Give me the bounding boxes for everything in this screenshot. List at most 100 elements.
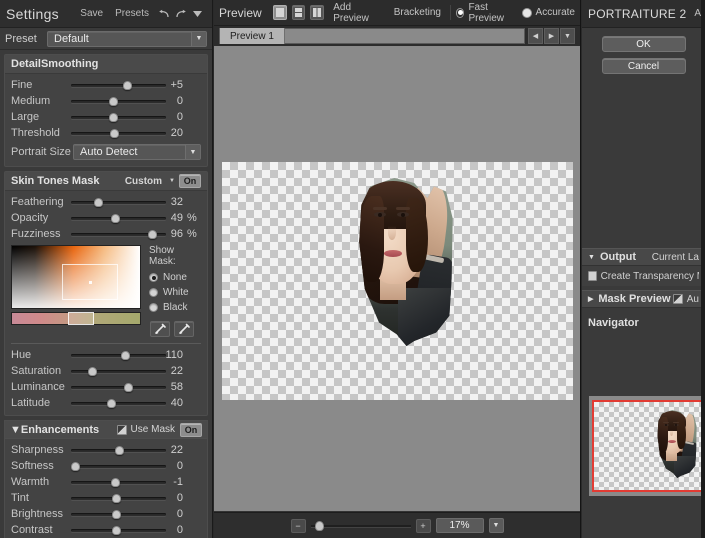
chevron-left-icon[interactable]: ◀ xyxy=(528,28,543,44)
slider-warmth[interactable]: Warmth -1 xyxy=(5,474,207,490)
slider-track[interactable] xyxy=(71,194,166,210)
slider-fuzziness[interactable]: Fuzziness 96 % xyxy=(5,226,207,242)
mask-preview-section-header[interactable]: ▶ Mask Preview Au xyxy=(582,290,705,308)
slider-thumb[interactable] xyxy=(124,383,133,392)
settings-menu-icon[interactable] xyxy=(189,6,206,22)
chevron-down-icon[interactable]: ▼ xyxy=(169,178,175,184)
view-horizontal-split-icon[interactable] xyxy=(292,5,306,20)
skin-mask-preset-select[interactable]: Custom ▼ xyxy=(125,176,175,187)
radio-icon[interactable] xyxy=(149,288,158,297)
triangle-down-icon[interactable]: ▼ xyxy=(588,254,595,261)
radio-icon[interactable] xyxy=(149,273,158,282)
add-preview-button[interactable]: Add Preview xyxy=(329,2,384,24)
eyedropper-subtract-icon[interactable] xyxy=(174,321,194,337)
hue-strip[interactable] xyxy=(11,312,141,325)
zoom-out-icon[interactable]: − xyxy=(291,519,306,533)
slider-track[interactable] xyxy=(71,490,166,506)
slider-threshold[interactable]: Threshold 20 xyxy=(5,125,207,141)
triangle-right-icon[interactable]: ▶ xyxy=(588,295,593,303)
slider-contrast[interactable]: Contrast 0 xyxy=(5,522,207,538)
slider-thumb[interactable] xyxy=(112,510,121,519)
preview-canvas[interactable] xyxy=(214,46,580,511)
zoom-slider[interactable] xyxy=(311,519,411,533)
slider-track[interactable] xyxy=(71,395,166,411)
slider-tint[interactable]: Tint 0 xyxy=(5,490,207,506)
slider-fine[interactable]: Fine +5 xyxy=(5,77,207,93)
slider-track[interactable] xyxy=(71,458,166,474)
color-selection-rect[interactable] xyxy=(62,264,118,300)
slider-thumb[interactable] xyxy=(112,526,121,535)
slider-thumb[interactable] xyxy=(115,446,124,455)
slider-track[interactable] xyxy=(71,522,166,538)
output-mode-value[interactable]: Current La xyxy=(652,252,699,263)
slider-thumb[interactable] xyxy=(71,462,80,471)
slider-thumb[interactable] xyxy=(121,351,130,360)
slider-thumb[interactable] xyxy=(110,129,119,138)
create-transparency-mask-row[interactable]: Create Transparency Mask xyxy=(582,266,705,286)
output-section-header[interactable]: ▼ Output Current La xyxy=(582,248,705,266)
hue-range-marker[interactable] xyxy=(68,312,94,325)
create-transparency-mask-checkbox[interactable] xyxy=(588,271,597,281)
view-vertical-split-icon[interactable] xyxy=(310,5,324,20)
slider-opacity[interactable]: Opacity 49 % xyxy=(5,210,207,226)
triangle-down-icon[interactable]: ▼ xyxy=(10,424,21,436)
use-mask-checkbox[interactable] xyxy=(117,425,127,435)
slider-track[interactable] xyxy=(71,109,166,125)
slider-thumb[interactable] xyxy=(88,367,97,376)
redo-icon[interactable] xyxy=(172,6,189,22)
slider-thumb[interactable] xyxy=(107,399,116,408)
color-gradient-field[interactable] xyxy=(11,245,141,309)
portrait-size-select[interactable]: Auto Detect ▼ xyxy=(73,144,201,160)
zoom-in-icon[interactable]: + xyxy=(416,519,431,533)
navigator-panel[interactable] xyxy=(589,396,705,496)
presets-button[interactable]: Presets xyxy=(109,6,155,21)
bracketing-button[interactable]: Bracketing xyxy=(390,7,445,18)
slider-thumb[interactable] xyxy=(94,198,103,207)
tab-preview-1[interactable]: Preview 1 xyxy=(220,28,285,44)
slider-track[interactable] xyxy=(71,93,166,109)
slider-track[interactable] xyxy=(71,379,166,395)
mask-preview-auto-checkbox[interactable] xyxy=(673,294,683,304)
slider-track[interactable] xyxy=(71,442,166,458)
slider-medium[interactable]: Medium 0 xyxy=(5,93,207,109)
undo-icon[interactable] xyxy=(155,6,172,22)
zoom-level-value[interactable]: 17% xyxy=(436,518,484,533)
eyedropper-add-icon[interactable] xyxy=(150,321,170,337)
slider-thumb[interactable] xyxy=(148,230,157,239)
ok-button[interactable]: OK xyxy=(602,36,686,52)
slider-latitude[interactable]: Latitude 40 xyxy=(5,395,207,411)
slider-thumb[interactable] xyxy=(112,494,121,503)
radio-icon[interactable] xyxy=(522,8,532,18)
slider-luminance[interactable]: Luminance 58 xyxy=(5,379,207,395)
chevron-down-icon[interactable]: ▼ xyxy=(185,145,200,159)
slider-thumb[interactable] xyxy=(109,113,118,122)
radio-show-mask-black[interactable]: Black xyxy=(149,300,201,315)
slider-hue[interactable]: Hue 110 xyxy=(5,347,207,363)
enhancements-header[interactable]: ▼ Enhancements Use Mask On xyxy=(4,420,208,439)
radio-icon[interactable] xyxy=(456,8,465,18)
chevron-right-icon[interactable]: ▶ xyxy=(544,28,559,44)
slider-sharpness[interactable]: Sharpness 22 xyxy=(5,442,207,458)
slider-track[interactable] xyxy=(71,474,166,490)
slider-track[interactable] xyxy=(71,210,166,226)
slider-track[interactable] xyxy=(71,226,166,242)
slider-track[interactable] xyxy=(71,363,166,379)
slider-saturation[interactable]: Saturation 22 xyxy=(5,363,207,379)
zoom-chevron-down-icon[interactable]: ▼ xyxy=(489,518,504,533)
slider-large[interactable]: Large 0 xyxy=(5,109,207,125)
enhancements-toggle[interactable]: On xyxy=(180,423,202,437)
detail-smoothing-header[interactable]: DetailSmoothing xyxy=(5,55,207,74)
slider-thumb[interactable] xyxy=(109,97,118,106)
preview-image[interactable] xyxy=(346,178,456,346)
preset-select[interactable]: Default ▼ xyxy=(47,31,207,47)
chevron-down-icon[interactable]: ▼ xyxy=(191,32,206,46)
cancel-button[interactable]: Cancel xyxy=(602,58,686,74)
navigator-thumbnail[interactable] xyxy=(592,400,705,492)
save-button[interactable]: Save xyxy=(74,6,109,21)
slider-brightness[interactable]: Brightness 0 xyxy=(5,506,207,522)
slider-track[interactable] xyxy=(71,506,166,522)
tabs-menu-chevron-down-icon[interactable]: ▼ xyxy=(560,28,575,44)
radio-icon[interactable] xyxy=(149,303,158,312)
radio-show-mask-white[interactable]: White xyxy=(149,285,201,300)
skin-tones-mask-header[interactable]: Skin Tones Mask Custom ▼ On xyxy=(5,172,207,191)
